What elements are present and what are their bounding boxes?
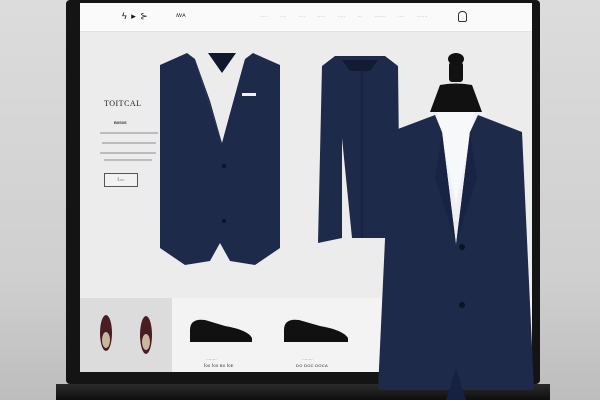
mannequin-suit-image [378, 53, 534, 400]
mannequin-suit[interactable] [378, 53, 534, 400]
